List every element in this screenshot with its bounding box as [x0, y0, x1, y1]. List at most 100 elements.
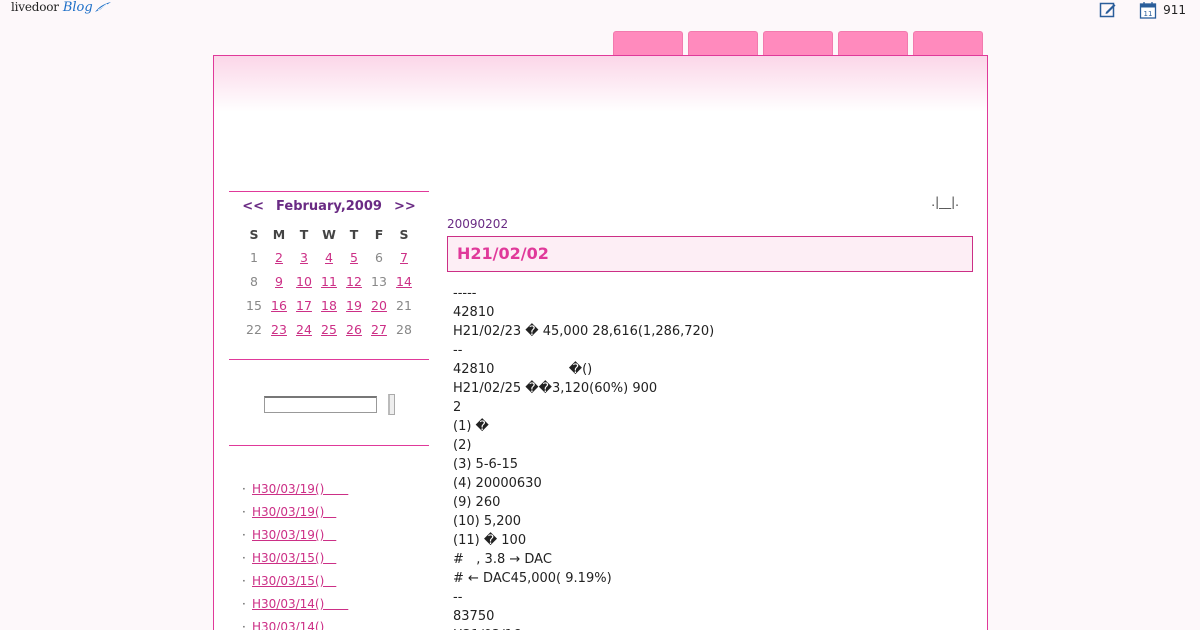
bullet-dot: ·	[242, 597, 246, 611]
calendar-day-link[interactable]: 25	[321, 322, 337, 337]
nav-tab-1[interactable]	[613, 31, 683, 56]
nav-tab-5[interactable]	[913, 31, 983, 56]
calendar-day[interactable]: 10	[292, 269, 317, 293]
sidebar: << February,2009 >> SMTWTFS 1 2 3 4 5 6 7 8 9 10 1…	[229, 191, 429, 630]
entry-title[interactable]: H21/02/02	[447, 236, 973, 272]
calendar-day-link[interactable]: 10	[296, 274, 312, 289]
calendar-day-link[interactable]: 17	[296, 298, 312, 313]
recent-article-item: · H30/03/15()	[242, 570, 429, 593]
entry-nav-text[interactable]: .|__|.	[931, 195, 959, 209]
calendar-day-link[interactable]: 4	[325, 250, 333, 265]
calendar-icon[interactable]: 11	[1139, 1, 1157, 19]
calendar-day[interactable]: 9	[267, 269, 292, 293]
calendar-day-link[interactable]: 3	[300, 250, 308, 265]
calendar-day[interactable]: 16	[267, 293, 292, 317]
nav-tab-3[interactable]	[763, 31, 833, 56]
calendar-day: 28	[396, 321, 412, 337]
calendar-day[interactable]: 18	[317, 293, 342, 317]
recent-article-item: · H30/03/19()	[242, 478, 429, 501]
nav-tab-4[interactable]	[838, 31, 908, 56]
calendar-day[interactable]: 26	[342, 317, 367, 341]
calendar-day-link[interactable]: 12	[346, 274, 362, 289]
calendar-day-link[interactable]: 26	[346, 322, 362, 337]
calendar-weekday: W	[322, 227, 336, 242]
recent-article-link[interactable]: H30/03/14()	[252, 597, 348, 611]
calendar-day[interactable]: 17	[292, 293, 317, 317]
calendar-day[interactable]: 2	[267, 245, 292, 269]
recent-article-link[interactable]: H30/03/19()	[252, 528, 336, 542]
recent-article-item: · H30/03/19()	[242, 501, 429, 524]
livedoor-blog-logo[interactable]: livedoor Blog	[11, 0, 112, 18]
calendar-day[interactable]: 19	[342, 293, 367, 317]
blog-container: << February,2009 >> SMTWTFS 1 2 3 4 5 6 7 8 9 10 1…	[213, 55, 988, 630]
divider	[229, 445, 429, 446]
header-banner	[214, 56, 987, 112]
edit-icon[interactable]	[1099, 1, 1117, 19]
calendar-prev-link[interactable]: <<	[242, 199, 264, 214]
calendar-day-link[interactable]: 20	[371, 298, 387, 313]
calendar-day-link[interactable]: 16	[271, 298, 287, 313]
divider	[229, 359, 429, 360]
search-box	[229, 394, 429, 415]
nav-tab-2[interactable]	[688, 31, 758, 56]
search-input[interactable]	[263, 396, 377, 413]
calendar-icon-number: 11	[1144, 10, 1153, 18]
recent-article-link[interactable]: H30/03/15()	[252, 574, 336, 588]
calendar-weekday: T	[299, 227, 309, 242]
calendar-day[interactable]: 14	[392, 269, 417, 293]
calendar-day[interactable]: 24	[292, 317, 317, 341]
calendar-day[interactable]: 3	[292, 245, 317, 269]
top-right-tools: 11 911	[1099, 1, 1186, 19]
bullet-dot: ·	[242, 528, 246, 542]
calendar-day: 8	[250, 273, 258, 289]
recent-article-item: · H30/03/14()	[242, 593, 429, 616]
calendar-weekday: F	[374, 227, 384, 242]
recent-article-item: · H30/03/14()	[242, 616, 429, 630]
bullet-dot: ·	[242, 620, 246, 630]
calendar-week-row: 22 23 24 25 26 27 28	[242, 317, 417, 341]
recent-article-link[interactable]: H30/03/19()	[252, 505, 336, 519]
calendar-day[interactable]: 12	[342, 269, 367, 293]
calendar-day-link[interactable]: 19	[346, 298, 362, 313]
calendar-day[interactable]: 4	[317, 245, 342, 269]
calendar-day[interactable]: 25	[317, 317, 342, 341]
calendar-day: 13	[371, 273, 387, 289]
calendar-day[interactable]: 27	[367, 317, 392, 341]
calendar-day: 1	[250, 249, 258, 265]
calendar-day-link[interactable]: 9	[275, 274, 283, 289]
recent-article-link[interactable]: H30/03/14()	[252, 620, 324, 630]
recent-article-link[interactable]: H30/03/19()	[252, 482, 348, 496]
calendar-day: 21	[396, 297, 412, 313]
entry-body: ----- 42810 H21/02/23 � 45,000 28,616(1,…	[453, 286, 715, 630]
calendar-day-link[interactable]: 24	[296, 322, 312, 337]
calendar-day-link[interactable]: 14	[396, 274, 412, 289]
bullet-dot: ·	[242, 574, 246, 588]
calendar-day: 22	[246, 321, 262, 337]
calendar-day-link[interactable]: 18	[321, 298, 337, 313]
calendar-day-link[interactable]: 11	[321, 274, 337, 289]
calendar-day-link[interactable]: 5	[350, 250, 358, 265]
calendar-day-link[interactable]: 7	[400, 250, 408, 265]
calendar-week-row: 1 2 3 4 5 6 7	[242, 245, 417, 269]
calendar-next-link[interactable]: >>	[394, 199, 416, 214]
entry-nav-links[interactable]: .|__|.	[931, 195, 959, 209]
calendar-day: 15	[246, 297, 262, 313]
search-button[interactable]	[387, 394, 395, 415]
entry-date: 20090202	[447, 217, 509, 231]
recent-article-item: · H30/03/19()	[242, 524, 429, 547]
calendar-day-link[interactable]: 27	[371, 322, 387, 337]
calendar-title: February,2009	[276, 199, 382, 214]
bullet-dot: ·	[242, 551, 246, 565]
calendar-day[interactable]: 5	[342, 245, 367, 269]
calendar-header: << February,2009 >>	[229, 199, 429, 214]
calendar-day[interactable]: 23	[267, 317, 292, 341]
calendar-weekday: S	[249, 227, 259, 242]
calendar-day-link[interactable]: 2	[275, 250, 283, 265]
calendar-day[interactable]: 7	[392, 245, 417, 269]
calendar-day[interactable]: 11	[317, 269, 342, 293]
calendar-day[interactable]: 20	[367, 293, 392, 317]
count-text: 911	[1163, 3, 1186, 17]
calendar-day-link[interactable]: 23	[271, 322, 287, 337]
calendar-week-row: 8 9 10 11 12 13 14	[242, 269, 417, 293]
recent-article-link[interactable]: H30/03/15()	[252, 551, 336, 565]
